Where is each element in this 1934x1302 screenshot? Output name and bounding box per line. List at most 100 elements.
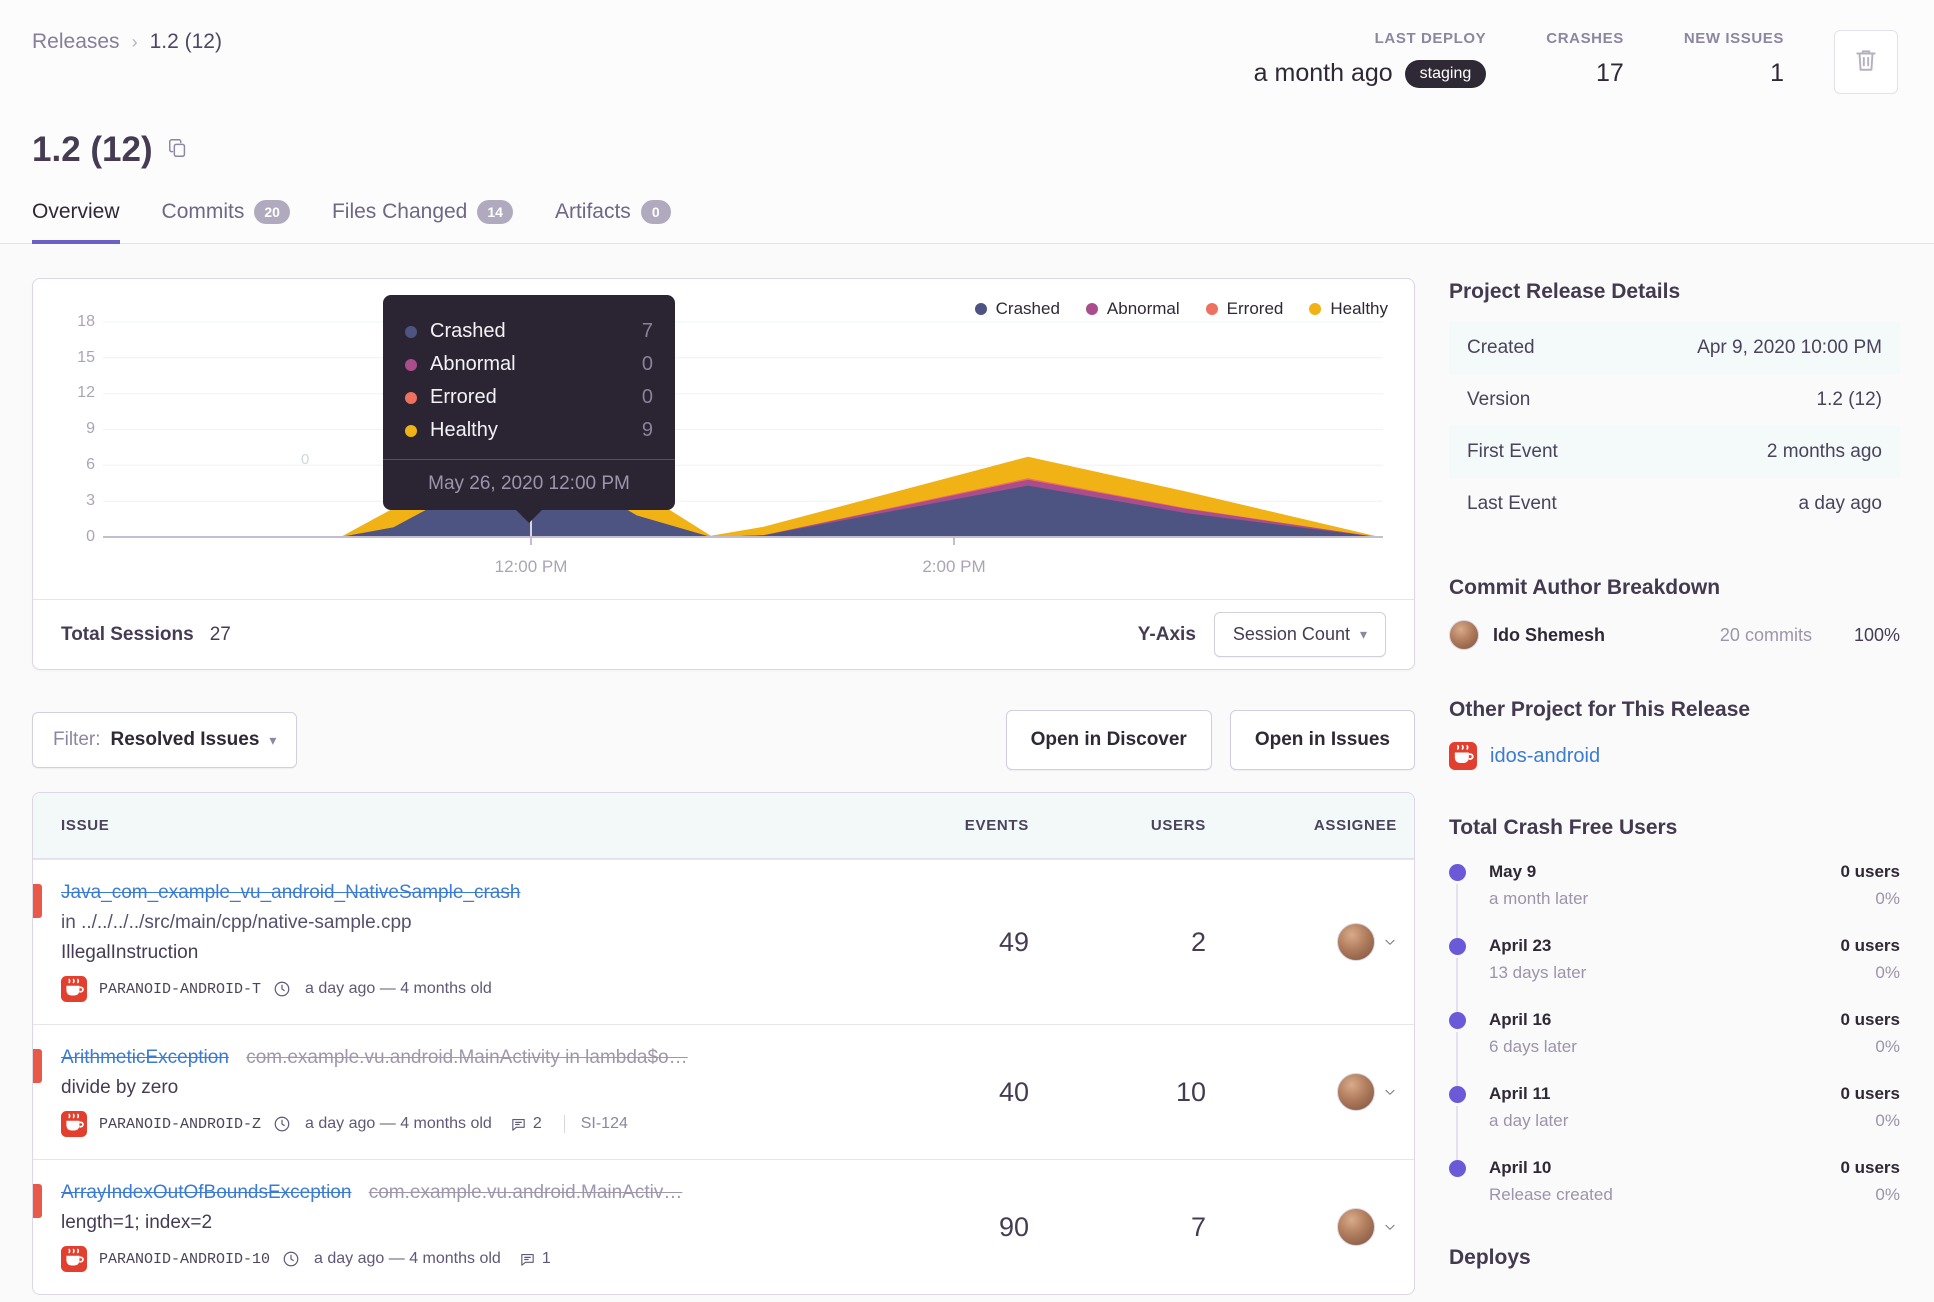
clock-icon — [274, 1116, 290, 1132]
total-sessions-value: 27 — [209, 623, 231, 645]
tab-files-changed[interactable]: Files Changed 14 — [332, 200, 513, 244]
tab-commits-label: Commits — [161, 200, 245, 223]
project-slug: PARANOID-ANDROID-10 — [99, 1250, 271, 1268]
tab-commits[interactable]: Commits 20 — [162, 200, 290, 244]
timeline-users: 0 users — [1840, 1010, 1900, 1029]
crash-free-timeline: May 9 a month later 0 users 0% April 23 … — [1449, 862, 1900, 1232]
assignee-avatar — [1337, 1208, 1375, 1246]
project-slug: PARANOID-ANDROID-T — [99, 980, 262, 998]
chevron-down-icon: ▾ — [269, 731, 277, 748]
open-in-discover-button[interactable]: Open in Discover — [1005, 710, 1212, 770]
issue-subtitle: com.example.vu.android.MainActivity in l… — [246, 1047, 688, 1068]
issue-message: divide by zero — [61, 1077, 179, 1098]
assignee-dropdown[interactable] — [1206, 1160, 1397, 1294]
assignee-dropdown[interactable] — [1206, 860, 1397, 1024]
tab-artifacts-badge: 0 — [640, 200, 671, 224]
comment-icon — [512, 1118, 525, 1131]
sessions-area-chart[interactable] — [33, 279, 1414, 601]
timeline-date: April 11 — [1489, 1084, 1551, 1103]
project-icon — [61, 1246, 87, 1272]
timeline-users: 0 users — [1840, 936, 1900, 955]
tab-artifacts-label: Artifacts — [554, 200, 631, 223]
tooltip-errored-value: 0 — [641, 386, 653, 408]
detail-row: First Event 2 months ago — [1449, 426, 1900, 478]
tooltip-crashed-value: 7 — [641, 320, 653, 342]
yaxis-selected-value: Session Count — [1232, 624, 1350, 644]
timeline-percent: 0% — [1875, 1185, 1900, 1204]
last-deploy-label: LAST DEPLOY — [1374, 30, 1487, 47]
crashes-value: 17 — [1596, 59, 1624, 87]
deploys-heading: Deploys — [1449, 1246, 1531, 1269]
release-details-table: Created Apr 9, 2020 10:00 PM Version 1.2… — [1449, 322, 1900, 530]
chevron-down-icon — [1385, 939, 1395, 945]
tooltip-healthy-dot-icon — [405, 424, 417, 437]
detail-label: Version — [1467, 389, 1531, 410]
timeline-dot-icon — [1449, 1012, 1466, 1029]
timeline-percent: 0% — [1875, 963, 1900, 982]
col-events: EVENTS — [964, 817, 1029, 834]
tab-artifacts[interactable]: Artifacts 0 — [555, 200, 671, 244]
tab-overview[interactable]: Overview — [32, 200, 120, 244]
legend-errored[interactable]: Errored — [1205, 299, 1284, 319]
tooltip-date: May 26, 2020 12:00 PM — [383, 459, 675, 510]
healthy-dot-icon — [1309, 303, 1322, 315]
issue-title-link[interactable]: ArrayIndexOutOfBoundsException — [61, 1182, 351, 1203]
y-tick: 15 — [77, 349, 95, 366]
assignee-avatar — [1337, 1073, 1375, 1111]
tab-commits-badge: 20 — [254, 200, 290, 224]
chevron-down-icon — [1385, 1089, 1395, 1095]
timeline-date: May 9 — [1489, 862, 1537, 881]
delete-release-button[interactable] — [1834, 30, 1898, 94]
legend-abnormal[interactable]: Abnormal — [1085, 299, 1180, 319]
yaxis-select[interactable]: Session Count ▾ — [1213, 612, 1386, 657]
abnormal-dot-icon — [1085, 303, 1098, 315]
legend-healthy[interactable]: Healthy — [1309, 299, 1388, 319]
tooltip-crashed-dot-icon — [405, 325, 417, 338]
project-icon — [61, 1111, 87, 1137]
open-in-issues-button[interactable]: Open in Issues — [1229, 710, 1415, 770]
clock-icon — [283, 1251, 299, 1267]
timeline-item: April 10 Release created 0 users 0% — [1449, 1158, 1900, 1232]
other-project-link[interactable]: idos-android — [1490, 745, 1600, 768]
copy-icon[interactable] — [167, 137, 189, 164]
project-slug: PARANOID-ANDROID-Z — [99, 1115, 262, 1133]
detail-label: Created — [1467, 337, 1535, 358]
legend-crashed[interactable]: Crashed — [974, 299, 1060, 319]
author-commit-count: 20 commits — [1719, 624, 1812, 645]
tab-bar: Overview Commits 20 Files Changed 14 Art… — [32, 200, 1898, 244]
timeline-users: 0 users — [1840, 1084, 1900, 1103]
author-row: Ido Shemesh 20 commits 100% — [1449, 620, 1900, 650]
issue-message: IllegalInstruction — [61, 942, 199, 963]
col-issue: ISSUE — [61, 817, 110, 834]
total-sessions-label: Total Sessions — [61, 623, 194, 645]
author-avatar — [1449, 620, 1479, 650]
author-percent: 100% — [1853, 624, 1900, 645]
detail-value: 2 months ago — [1766, 441, 1882, 462]
issue-title-link[interactable]: Java_com_example_vu_android_NativeSample… — [61, 882, 520, 903]
timeline-sub: 13 days later — [1489, 963, 1587, 982]
filter-label: Filter: — [53, 729, 101, 750]
release-details-heading: Project Release Details — [1449, 280, 1681, 303]
breadcrumb: Releases › 1.2 (12) — [32, 30, 222, 54]
page-title: 1.2 (12) — [32, 130, 153, 169]
issues-filter-dropdown[interactable]: Filter: Resolved Issues ▾ — [32, 712, 298, 768]
issue-events-count: 49 — [998, 926, 1029, 957]
y-tick: 9 — [86, 420, 95, 437]
y-tick: 6 — [86, 456, 95, 473]
breadcrumb-releases[interactable]: Releases — [32, 30, 120, 54]
assignee-dropdown[interactable] — [1206, 1025, 1397, 1159]
timeline-sub: Release created — [1489, 1185, 1613, 1204]
legend-healthy-label: Healthy — [1330, 299, 1388, 318]
issue-users-count: 7 — [1190, 1211, 1206, 1242]
breadcrumb-current: 1.2 (12) — [149, 30, 222, 53]
linked-ticket[interactable]: SI-124 — [563, 1115, 628, 1133]
col-assignee: ASSIGNEE — [1313, 817, 1397, 834]
legend-errored-label: Errored — [1226, 299, 1284, 318]
timeline-dot-icon — [1449, 864, 1466, 881]
issue-message: length=1; index=2 — [61, 1212, 213, 1233]
clock-icon — [274, 981, 290, 997]
detail-row: Created Apr 9, 2020 10:00 PM — [1449, 322, 1900, 374]
tooltip-errored-dot-icon — [405, 391, 417, 404]
stat-last-deploy: LAST DEPLOY a month ago staging — [1254, 30, 1487, 88]
issue-title-link[interactable]: ArithmeticException — [61, 1047, 229, 1068]
